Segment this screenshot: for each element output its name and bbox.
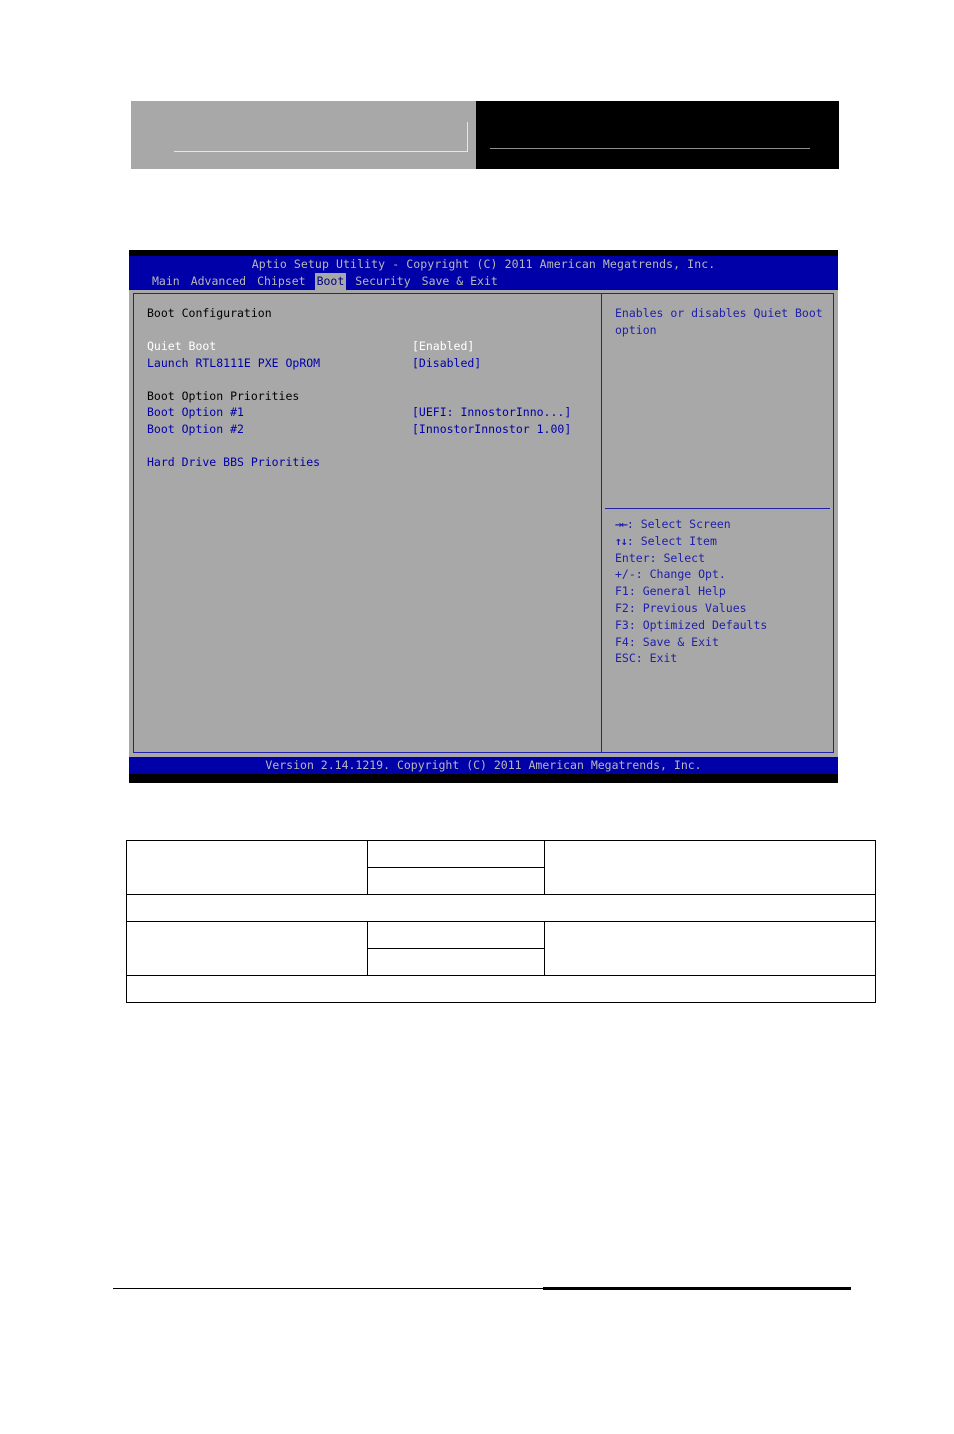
key-legend-f3-key: F3 xyxy=(615,617,629,632)
key-legend-f4-text: : Save & Exit xyxy=(628,634,719,649)
header-logo-box-right xyxy=(476,101,839,169)
key-legend-change-opt: +/-: Change Opt. xyxy=(615,566,767,583)
table-cell-feature-1 xyxy=(126,840,368,895)
key-legend-enter: Enter: Select xyxy=(615,550,767,567)
menu-item-advanced[interactable]: Advanced xyxy=(189,273,248,290)
bios-bottom-border xyxy=(129,774,838,783)
spec-table-body xyxy=(126,840,876,1003)
bios-setup-screen: Aptio Setup Utility - Copyright (C) 2011… xyxy=(129,250,838,783)
arrow-left-right-icon: →← xyxy=(615,517,628,531)
bios-settings-panel: Boot Configuration Quiet Boot [Enabled] … xyxy=(134,294,601,752)
bios-body: Boot Configuration Quiet Boot [Enabled] … xyxy=(129,290,838,757)
key-legend-esc-key: ESC xyxy=(615,651,636,666)
key-legend-f1: F1: General Help xyxy=(615,583,767,600)
setting-row-boot-option-2[interactable]: Boot Option #2 [InnostorInnostor 1.00] xyxy=(147,421,601,438)
key-legend-select-item: ↑↓: Select Item xyxy=(615,533,767,550)
setting-label-boot-option-2: Boot Option #2 xyxy=(147,421,244,436)
arrow-up-down-icon: ↑↓ xyxy=(615,533,628,548)
key-legend-select-item-text: : Select Item xyxy=(626,533,717,548)
help-separator xyxy=(605,508,830,509)
help-description: Enables or disables Quiet Boot option xyxy=(615,306,823,337)
key-legend-f2-text: : Previous Values xyxy=(628,600,747,615)
page-footer-rule xyxy=(113,1287,851,1290)
key-legend-f2-key: F2 xyxy=(615,600,629,615)
menu-item-main[interactable]: Main xyxy=(150,273,182,290)
table-row xyxy=(126,840,876,895)
table-cell-option-2a xyxy=(367,921,545,949)
key-legend-f4-key: F4 xyxy=(615,634,629,649)
key-legend-f1-text: : General Help xyxy=(628,584,726,599)
table-cell-option-1b xyxy=(367,867,545,895)
setting-row-boot-option-1[interactable]: Boot Option #1 [UEFI: InnostorInno...] xyxy=(147,404,601,421)
table-row xyxy=(126,921,876,976)
table-cell-note-2 xyxy=(126,975,876,1003)
key-legend-enter-text: : Select xyxy=(649,550,706,565)
key-legend-f2: F2: Previous Values xyxy=(615,600,767,617)
header-rule-right xyxy=(490,148,810,149)
submenu-hard-drive-bbs-priorities[interactable]: Hard Drive BBS Priorities xyxy=(147,454,601,471)
setting-row-launch-pxe-oprom[interactable]: Launch RTL8111E PXE OpROM [Disabled] xyxy=(147,355,601,372)
table-cell-note-1 xyxy=(126,894,876,922)
header-rule-left-vertical xyxy=(467,122,468,152)
key-legend-f3-text: : Optimized Defaults xyxy=(628,617,768,632)
header-rule-left xyxy=(174,151,467,152)
menu-item-chipset[interactable]: Chipset xyxy=(255,273,307,290)
document-header xyxy=(131,101,839,169)
page-footer-rule-thick xyxy=(543,1287,851,1290)
section-title-boot-configuration: Boot Configuration xyxy=(147,306,272,320)
key-legend-esc-text: : Exit xyxy=(635,651,678,666)
setting-value-boot-option-2[interactable]: [InnostorInnostor 1.00] xyxy=(412,421,571,438)
table-cell-description-1 xyxy=(544,840,876,895)
setting-value-quiet-boot[interactable]: [Enabled] xyxy=(412,338,474,355)
setting-value-boot-option-1[interactable]: [UEFI: InnostorInno...] xyxy=(412,404,571,421)
page-footer-rule-thin xyxy=(113,1288,543,1289)
key-legend-f3: F3: Optimized Defaults xyxy=(615,617,767,634)
key-legend-select-screen-text: : Select Screen xyxy=(626,517,731,531)
table-cell-option-2b xyxy=(367,948,545,976)
bios-version-text: Version 2.14.1219. Copyright (C) 2011 Am… xyxy=(265,758,702,772)
bios-body-frame: Boot Configuration Quiet Boot [Enabled] … xyxy=(133,293,834,753)
key-legend: →←: Select Screen ↑↓: Select Item Enter:… xyxy=(615,516,767,667)
key-legend-enter-key: Enter xyxy=(615,550,650,565)
key-legend-f1-key: F1 xyxy=(615,584,629,599)
setting-label-launch-pxe-oprom: Launch RTL8111E PXE OpROM xyxy=(147,355,321,370)
table-cell-feature-2 xyxy=(126,921,368,976)
bios-menu-bar: Main Advanced Chipset Boot Security Save… xyxy=(129,273,838,290)
key-legend-change-opt-key: +/- xyxy=(615,567,636,582)
menu-item-boot[interactable]: Boot xyxy=(314,273,347,290)
key-legend-change-opt-text: : Change Opt. xyxy=(635,567,726,582)
bios-title-bar: Aptio Setup Utility - Copyright (C) 2011… xyxy=(129,256,838,273)
bios-help-panel: Enables or disables Quiet Boot option →←… xyxy=(602,294,833,752)
key-legend-f4: F4: Save & Exit xyxy=(615,634,767,651)
header-logo-box-left xyxy=(131,101,476,169)
table-row xyxy=(126,894,876,922)
key-legend-select-screen: →←: Select Screen xyxy=(615,516,767,533)
setting-label-boot-option-1: Boot Option #1 xyxy=(147,405,244,419)
key-legend-esc: ESC: Exit xyxy=(615,650,767,667)
table-cell-description-2 xyxy=(544,921,876,976)
menu-item-security[interactable]: Security xyxy=(353,273,412,290)
spec-table xyxy=(126,840,876,1003)
menu-item-save-and-exit[interactable]: Save & Exit xyxy=(420,273,500,290)
section-title-boot-option-priorities: Boot Option Priorities xyxy=(147,388,300,403)
table-row xyxy=(126,975,876,1003)
setting-row-quiet-boot[interactable]: Quiet Boot [Enabled] xyxy=(147,338,601,355)
bios-footer: Version 2.14.1219. Copyright (C) 2011 Am… xyxy=(129,757,838,783)
setting-value-launch-pxe-oprom[interactable]: [Disabled] xyxy=(412,355,481,372)
setting-label-quiet-boot: Quiet Boot xyxy=(147,339,217,353)
table-cell-option-1a xyxy=(367,840,545,868)
